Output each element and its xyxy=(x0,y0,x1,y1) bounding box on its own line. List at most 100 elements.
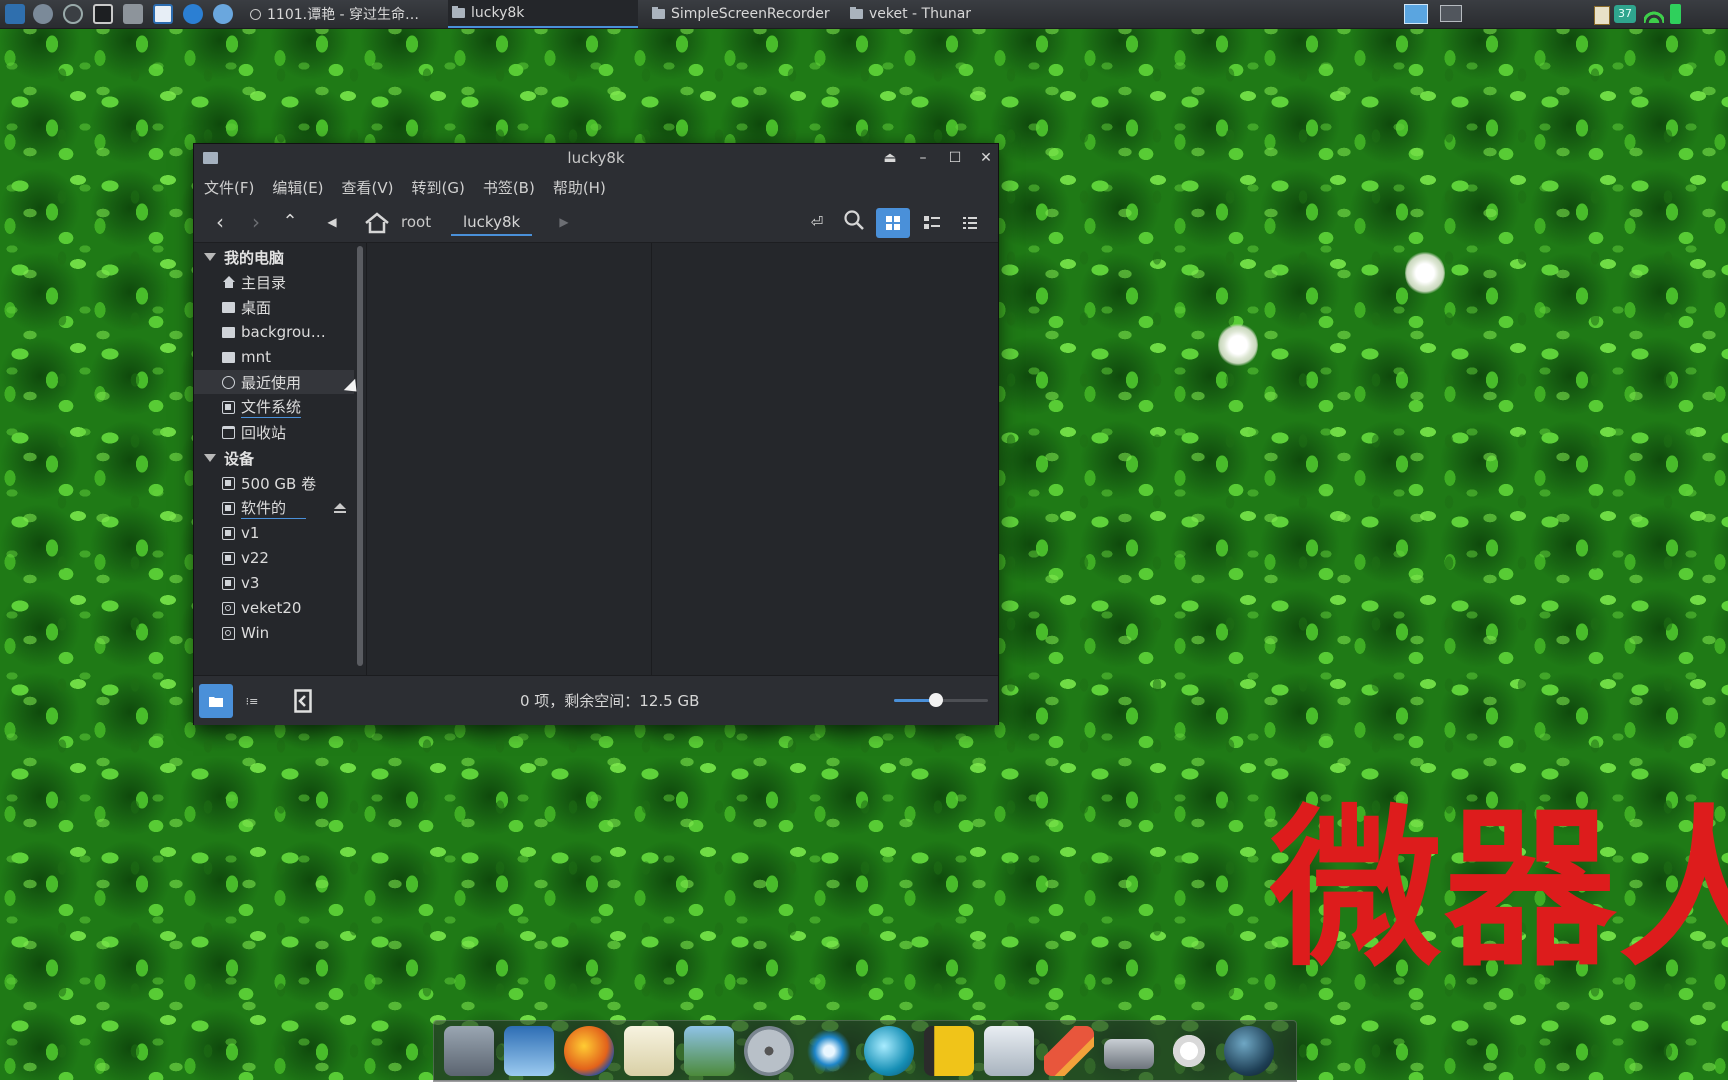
home-icon xyxy=(222,275,235,289)
search-icon[interactable] xyxy=(840,209,868,235)
folder-icon xyxy=(222,351,235,363)
battery-badge[interactable]: 37 xyxy=(1614,5,1636,23)
menu-go[interactable]: 转到(G) xyxy=(412,177,465,198)
firefox-icon[interactable] xyxy=(564,1026,614,1076)
sidebar-item-device[interactable]: v22 xyxy=(222,546,350,570)
disc-icon[interactable] xyxy=(744,1026,794,1076)
sidebar-item-label: 软件的 xyxy=(241,497,307,519)
taskbar-item-thunar[interactable]: veket - Thunar xyxy=(846,0,975,28)
globe-icon[interactable] xyxy=(1224,1026,1274,1076)
sidebar-item-device[interactable]: Win xyxy=(222,621,350,645)
menu-view[interactable]: 查看(V) xyxy=(342,177,394,198)
folder-icon xyxy=(222,326,235,338)
folder-icon xyxy=(222,301,235,313)
network-icon[interactable] xyxy=(804,1026,854,1076)
path-segment-current[interactable]: lucky8k xyxy=(451,208,533,236)
shade-button[interactable]: ⏏ xyxy=(879,148,901,168)
sidebar-item-trash[interactable]: 回收站 xyxy=(222,420,350,444)
sidebar-item-label: 文件系统 xyxy=(241,398,302,418)
folder-icon xyxy=(850,7,863,19)
sidebar-places-button[interactable] xyxy=(199,684,233,718)
close-button[interactable]: ✕ xyxy=(975,148,997,168)
detailed-view-button[interactable] xyxy=(915,208,949,238)
sidebar-item-device[interactable]: v1 xyxy=(222,521,350,545)
monitor-icon[interactable] xyxy=(153,4,173,24)
sidebar-item-device[interactable]: 软件的 xyxy=(222,496,350,520)
folder-icon xyxy=(452,6,465,18)
workspace-2-icon[interactable] xyxy=(1440,5,1462,22)
clipboard-icon[interactable] xyxy=(1594,6,1610,25)
open-terminal-icon[interactable]: ⏎ xyxy=(803,209,831,235)
battery-icon[interactable] xyxy=(1670,4,1681,24)
screenshot-icon[interactable] xyxy=(123,4,143,24)
clock-app-icon[interactable] xyxy=(183,4,203,24)
monitor-icon[interactable] xyxy=(504,1026,554,1076)
icon-view-button[interactable] xyxy=(876,208,910,238)
wifi-icon[interactable] xyxy=(1644,5,1664,23)
menu-help[interactable]: 帮助(H) xyxy=(553,177,606,198)
taskbar-item-recorder[interactable]: SimpleScreenRecorder xyxy=(648,0,834,28)
circle-icon xyxy=(250,8,261,20)
workspace-1-icon[interactable] xyxy=(1404,4,1428,24)
home-icon[interactable] xyxy=(364,212,389,234)
media-player-icon[interactable] xyxy=(864,1026,914,1076)
detail-list-icon xyxy=(924,216,940,229)
menu-bookmarks[interactable]: 书签(B) xyxy=(483,177,535,198)
sidebar-item-recent[interactable]: 最近使用 xyxy=(194,370,354,394)
file-view-pane-left[interactable] xyxy=(367,243,652,675)
terminal-icon[interactable] xyxy=(444,1026,494,1076)
sidebar-item-background[interactable]: backgrou… xyxy=(222,320,350,344)
top-panel: 1101.谭艳 - 穿过生命… lucky8k SimpleScreenReco… xyxy=(0,0,1728,29)
terminal-icon[interactable] xyxy=(93,4,113,24)
window-titlebar[interactable]: lucky8k ⏏ – ☐ ✕ xyxy=(194,144,998,172)
sidebar-toggle-icon xyxy=(294,689,312,713)
play-icon[interactable] xyxy=(63,4,83,24)
notepad-icon[interactable] xyxy=(624,1026,674,1076)
settings-icon[interactable] xyxy=(1164,1026,1214,1076)
sidebar-item-desktop[interactable]: 桌面 xyxy=(222,295,350,319)
taskbar-item-lucky8k[interactable]: lucky8k xyxy=(448,0,638,28)
up-button[interactable]: ⌃ xyxy=(276,209,304,235)
toolbar: ‹ › ⌃ ◀ root lucky8k ▶ ⏎ xyxy=(194,202,998,243)
app-menu-icon[interactable] xyxy=(5,4,25,24)
sidebar-item-mnt[interactable]: mnt xyxy=(222,345,350,369)
menu-edit[interactable]: 编辑(E) xyxy=(272,177,323,198)
zoom-slider[interactable] xyxy=(894,693,988,707)
sidebar-item-home[interactable]: 主目录 xyxy=(222,270,350,294)
path-scroll-right-button[interactable]: ▶ xyxy=(550,209,578,235)
drive-icon[interactable] xyxy=(1104,1039,1154,1069)
eject-icon[interactable] xyxy=(334,503,346,513)
minimize-button[interactable]: – xyxy=(912,148,934,168)
folder-icon xyxy=(203,152,218,164)
chart-icon[interactable] xyxy=(984,1026,1034,1076)
drive-icon xyxy=(222,526,235,540)
zoom-slider-thumb[interactable] xyxy=(929,693,944,707)
menu-file[interactable]: 文件(F) xyxy=(204,177,254,198)
sidebar-item-filesystem[interactable]: 文件系统 xyxy=(222,395,350,419)
sidebar-item-device[interactable]: veket20 xyxy=(222,596,350,620)
toggle-sidebar-button[interactable] xyxy=(286,684,320,718)
sidebar-scrollbar[interactable] xyxy=(357,246,363,666)
book-icon[interactable] xyxy=(924,1026,974,1076)
sidebar-section-computer[interactable]: 我的电脑 xyxy=(204,245,284,269)
file-view-pane-right[interactable] xyxy=(652,243,998,675)
sidebar-item-device[interactable]: 500 GB 卷 xyxy=(222,471,350,495)
sidebar-item-label: 500 GB 卷 xyxy=(241,474,317,493)
back-button[interactable]: ‹ xyxy=(206,209,234,235)
forward-button[interactable]: › xyxy=(242,209,270,235)
browser-icon[interactable] xyxy=(213,4,233,24)
path-segment-root[interactable]: root xyxy=(401,208,431,236)
status-text: 0 项，剩余空间：12.5 GB xyxy=(520,692,700,710)
sidebar-tree-button[interactable]: ⁝≡ xyxy=(235,684,269,718)
image-viewer-icon[interactable] xyxy=(684,1026,734,1076)
sidebar-item-device[interactable]: v3 xyxy=(222,571,350,595)
path-scroll-left-button[interactable]: ◀ xyxy=(318,209,346,235)
sidebar-item-label: Win xyxy=(241,624,270,642)
settings-icon[interactable] xyxy=(33,4,53,24)
taskbar-item-music[interactable]: 1101.谭艳 - 穿过生命… xyxy=(246,0,423,28)
maximize-button[interactable]: ☐ xyxy=(944,148,966,168)
rocket-icon[interactable] xyxy=(1044,1026,1094,1076)
sidebar-item-label: 回收站 xyxy=(241,423,287,442)
compact-view-button[interactable] xyxy=(953,208,987,238)
sidebar-section-devices[interactable]: 设备 xyxy=(204,446,254,470)
